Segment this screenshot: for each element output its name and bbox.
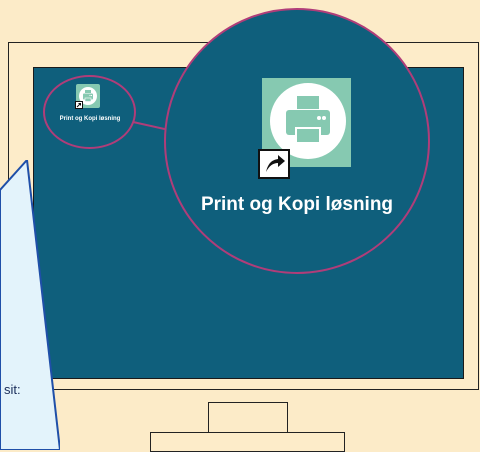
desktop-shortcut-label[interactable]: Print og Kopi løsning: [48, 116, 132, 122]
shortcut-arrow-icon: [75, 101, 83, 109]
callout-text: sit:: [4, 382, 21, 397]
printer-icon-circle-large: [270, 83, 346, 159]
printer-icon: [286, 96, 330, 144]
monitor-stand-neck: [208, 402, 288, 432]
zoomed-shortcut-label: Print og Kopi løsning: [200, 194, 394, 215]
shortcut-arrow-icon-large: [258, 149, 290, 179]
monitor-stand-base: [150, 432, 345, 452]
